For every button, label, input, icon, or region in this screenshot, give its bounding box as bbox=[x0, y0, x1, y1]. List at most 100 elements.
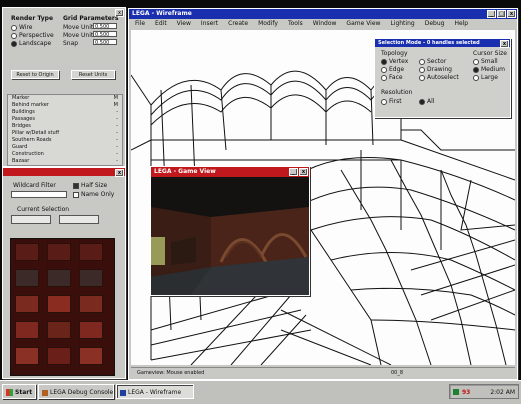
texture-tile[interactable] bbox=[15, 347, 39, 365]
minimize-icon[interactable]: _ bbox=[289, 168, 298, 176]
radio-icon bbox=[11, 24, 17, 31]
clock[interactable]: 2:02 AM bbox=[490, 385, 515, 400]
menu-file[interactable]: File bbox=[135, 19, 145, 28]
render-type-landscape[interactable]: Landscape bbox=[11, 40, 51, 47]
texture-tile[interactable] bbox=[15, 295, 39, 313]
close-icon[interactable]: x bbox=[507, 10, 516, 18]
texture-tile[interactable] bbox=[79, 295, 103, 313]
layer-row[interactable]: Marker M bbox=[8, 95, 122, 102]
render-type-wire[interactable]: Wire bbox=[11, 24, 33, 31]
texture-tile[interactable] bbox=[15, 269, 39, 287]
app-icon bbox=[42, 389, 48, 396]
left-tool-panel: x Render Type Wire Perspective Landscape… bbox=[2, 7, 126, 167]
cursor-large[interactable]: Large bbox=[473, 74, 498, 81]
radio-icon bbox=[473, 58, 479, 65]
menu-bar: File Edit View Insert Create Modify Tool… bbox=[131, 19, 515, 28]
menu-edit[interactable]: Edit bbox=[155, 19, 167, 28]
cursor-small[interactable]: Small bbox=[473, 58, 498, 65]
texture-tile[interactable] bbox=[47, 321, 71, 339]
maximize-icon[interactable]: □ bbox=[497, 10, 506, 18]
taskbar-item-debug-console[interactable]: LEGA Debug Console bbox=[38, 384, 114, 399]
resolution-all[interactable]: All bbox=[419, 98, 434, 105]
resolution-first[interactable]: First bbox=[381, 98, 402, 105]
current-selection-box bbox=[11, 215, 51, 224]
half-size-checkbox[interactable]: Half Size bbox=[73, 182, 107, 189]
texture-tile[interactable] bbox=[79, 269, 103, 287]
grid-value-field[interactable]: 0.500 bbox=[93, 31, 117, 38]
layer-row[interactable]: Passages - bbox=[8, 116, 122, 123]
grid-value-field[interactable]: 0.500 bbox=[93, 39, 117, 46]
cursor-medium[interactable]: Medium bbox=[473, 66, 505, 73]
name-only-checkbox[interactable]: Name Only bbox=[73, 191, 114, 198]
game-view-window: LEGA - Game View _ x bbox=[150, 166, 310, 296]
wildcard-filter-input[interactable] bbox=[11, 191, 67, 198]
grid-row-label: Move Units bbox=[63, 24, 97, 31]
minimize-icon[interactable]: _ bbox=[487, 10, 496, 18]
layer-row[interactable]: Pillar w/Detail stuff - bbox=[8, 130, 122, 137]
texture-tile[interactable] bbox=[47, 295, 71, 313]
topology-sector[interactable]: Sector bbox=[419, 58, 446, 65]
wireframe-viewport[interactable]: Selection Mode - 0 handles selected x To… bbox=[131, 30, 515, 365]
taskbar-item-wireframe[interactable]: LEGA - Wireframe bbox=[116, 384, 194, 399]
main-titlebar[interactable]: LEGA - Wireframe _ □ x bbox=[129, 9, 517, 19]
menu-help[interactable]: Help bbox=[454, 19, 468, 28]
tray-icon[interactable] bbox=[453, 389, 459, 395]
panel-buttons: x bbox=[115, 169, 124, 177]
texture-panel-titlebar[interactable]: x bbox=[3, 168, 125, 177]
topology-drawing[interactable]: Drawing bbox=[419, 66, 452, 73]
game-view-titlebar[interactable]: LEGA - Game View _ x bbox=[151, 167, 309, 177]
grid-params-heading: Grid Parameters bbox=[63, 15, 119, 22]
menu-view[interactable]: View bbox=[177, 19, 191, 28]
current-selection-label: Current Selection bbox=[17, 206, 70, 213]
texture-tile[interactable] bbox=[47, 243, 71, 261]
topology-face[interactable]: Face bbox=[381, 74, 403, 81]
close-icon[interactable]: x bbox=[500, 40, 509, 48]
layer-row[interactable]: Buildings - bbox=[8, 109, 122, 116]
texture-tile[interactable] bbox=[47, 269, 71, 287]
layer-row[interactable]: Bridges - bbox=[8, 123, 122, 130]
reset-origin-button[interactable]: Reset to Origin bbox=[11, 70, 59, 79]
layer-row[interactable]: Southern Roads - bbox=[8, 137, 122, 144]
menu-create[interactable]: Create bbox=[228, 19, 248, 28]
layer-row[interactable]: Construction - bbox=[8, 151, 122, 158]
grid-row-label: Move Units bbox=[63, 32, 97, 39]
layer-row[interactable]: Bazaar - bbox=[8, 158, 122, 165]
start-button[interactable]: Start bbox=[2, 384, 36, 399]
topology-vertex[interactable]: Vertex bbox=[381, 58, 408, 65]
selection-panel-titlebar[interactable]: Selection Mode - 0 handles selected x bbox=[375, 39, 510, 48]
game-view-render[interactable] bbox=[151, 177, 309, 295]
radio-selected-icon bbox=[473, 66, 479, 73]
layer-list: Marker M Behind marker M Buildings - Passag… bbox=[7, 94, 123, 166]
texture-grid[interactable] bbox=[10, 238, 115, 376]
taskbar: Start LEGA Debug Console LEGA - Wirefram… bbox=[0, 380, 521, 404]
menu-tools[interactable]: Tools bbox=[288, 19, 303, 28]
radio-icon bbox=[473, 74, 479, 81]
radio-icon bbox=[419, 66, 425, 73]
close-icon[interactable]: x bbox=[115, 169, 124, 177]
menu-modify[interactable]: Modify bbox=[258, 19, 278, 28]
current-selection-box bbox=[59, 215, 99, 224]
radio-icon bbox=[419, 74, 425, 81]
layer-row[interactable]: Guard - bbox=[8, 144, 122, 151]
radio-icon bbox=[381, 66, 387, 73]
menu-debug[interactable]: Debug bbox=[425, 19, 445, 28]
texture-tile[interactable] bbox=[15, 321, 39, 339]
menu-insert[interactable]: Insert bbox=[201, 19, 218, 28]
texture-tile[interactable] bbox=[15, 243, 39, 261]
grid-value-field[interactable]: 0.500 bbox=[93, 23, 117, 30]
menu-lighting[interactable]: Lighting bbox=[390, 19, 414, 28]
topology-edge[interactable]: Edge bbox=[381, 66, 404, 73]
reset-units-button[interactable]: Reset Units bbox=[71, 70, 115, 79]
menu-window[interactable]: Window bbox=[313, 19, 337, 28]
close-icon[interactable]: x bbox=[299, 168, 308, 176]
texture-tile[interactable] bbox=[79, 347, 103, 365]
selection-mode-panel: Selection Mode - 0 handles selected x To… bbox=[374, 38, 511, 118]
texture-tile[interactable] bbox=[79, 321, 103, 339]
menu-game-view[interactable]: Game View bbox=[346, 19, 380, 28]
layer-row[interactable]: Behind marker M bbox=[8, 102, 122, 109]
render-type-heading: Render Type bbox=[11, 15, 54, 22]
texture-tile[interactable] bbox=[79, 243, 103, 261]
render-type-perspective[interactable]: Perspective bbox=[11, 32, 54, 39]
texture-tile[interactable] bbox=[47, 347, 71, 365]
topology-autoselect[interactable]: Autoselect bbox=[419, 74, 459, 81]
